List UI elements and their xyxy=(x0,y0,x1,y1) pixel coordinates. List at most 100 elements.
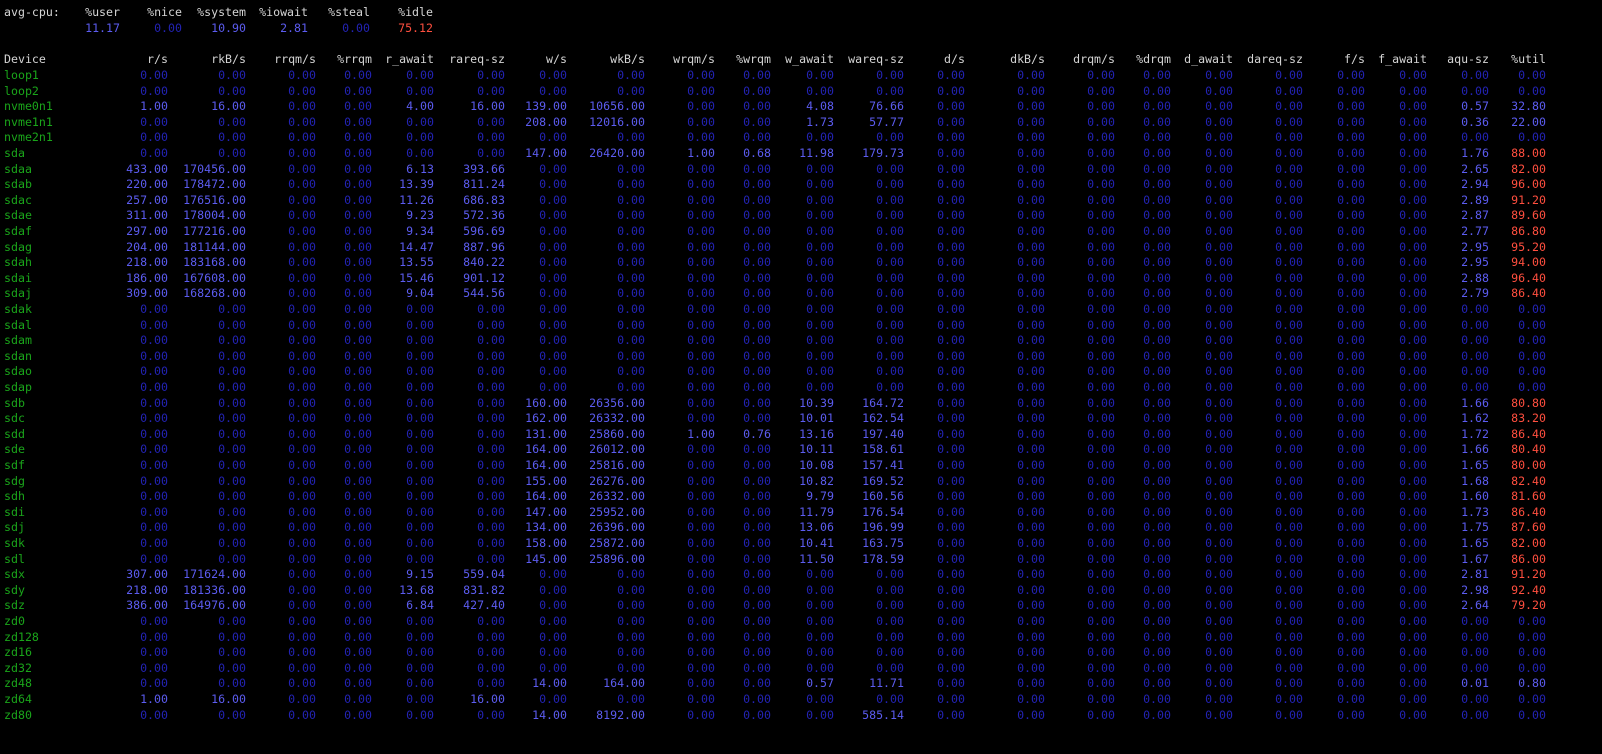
cell-ds: 0.00 xyxy=(937,130,965,145)
cell-rs: 218.00 xyxy=(126,255,168,270)
cell-ds: 0.00 xyxy=(937,286,965,301)
cell-ws: 131.00 xyxy=(525,426,567,441)
cell-rs: 0.00 xyxy=(140,536,168,550)
cell-ws: 0.00 xyxy=(539,208,567,223)
cell-rs: 0.00 xyxy=(140,130,168,145)
column-header-ws: w/s xyxy=(546,52,567,66)
cell-util: 86.40 xyxy=(1511,504,1546,519)
cell-ws: 0.00 xyxy=(539,645,567,660)
cell-ds: 0.00 xyxy=(937,520,965,535)
cell-util: 83.20 xyxy=(1511,411,1546,426)
cell-ds: 0.00 xyxy=(937,83,965,98)
cell-ws: 0.00 xyxy=(539,333,567,348)
cell-ws: 14.00 xyxy=(532,676,567,691)
device-name: sdaa xyxy=(4,161,32,176)
cell-util: 96.40 xyxy=(1511,270,1546,285)
cell-rs: 0.00 xyxy=(140,676,168,691)
device-name: sdk xyxy=(4,536,25,550)
cell-ds: 0.00 xyxy=(937,426,965,441)
cell-rs: 0.00 xyxy=(140,83,168,98)
cell-ws: 0.00 xyxy=(539,161,567,176)
cell-rs: 0.00 xyxy=(140,520,168,535)
cell-ws: 164.00 xyxy=(525,442,567,457)
device-name: sdh xyxy=(4,489,25,504)
device-name: sdl xyxy=(4,551,25,566)
cell-ds: 0.00 xyxy=(937,208,965,223)
cell-ws: 160.00 xyxy=(525,395,567,410)
cell-ws: 0.00 xyxy=(539,614,567,628)
cell-ws: 147.00 xyxy=(525,504,567,519)
cell-rs: 218.00 xyxy=(126,582,168,597)
device-name: zd128 xyxy=(4,629,39,644)
device-name: zd80 xyxy=(4,707,32,722)
cell-rs: 386.00 xyxy=(126,598,168,613)
cell-ws: 208.00 xyxy=(525,114,567,129)
cell-util: 79.20 xyxy=(1511,598,1546,613)
cell-util: 0.00 xyxy=(1518,692,1546,706)
cell-ds: 0.00 xyxy=(937,224,965,238)
cell-ds: 0.00 xyxy=(937,270,965,285)
cell-ws: 0.00 xyxy=(539,83,567,98)
cell-util: 0.00 xyxy=(1518,83,1546,98)
cell-util: 91.20 xyxy=(1511,192,1546,207)
device-name: nvme0n1 xyxy=(4,99,53,114)
cell-ws: 14.00 xyxy=(532,707,567,722)
cell-util: 0.00 xyxy=(1518,333,1546,348)
cell-ws: 0.00 xyxy=(539,224,567,238)
cell-ds: 0.00 xyxy=(937,317,965,332)
cell-util: 0.00 xyxy=(1518,364,1546,379)
cell-rs: 0.00 xyxy=(140,614,168,628)
device-name: sdab xyxy=(4,177,32,192)
device-name: sdg xyxy=(4,473,25,488)
device-name: sdi xyxy=(4,504,25,519)
cell-rs: 0.00 xyxy=(140,395,168,410)
cell-ds: 0.00 xyxy=(937,302,965,316)
device-name: sdai xyxy=(4,270,32,285)
cell-ds: 0.00 xyxy=(937,629,965,644)
cell-ds: 0.00 xyxy=(937,411,965,426)
cell-rs: 0.00 xyxy=(140,380,168,394)
device-name: loop2 xyxy=(4,83,39,98)
device-name: sdaf xyxy=(4,224,32,238)
cell-ws: 155.00 xyxy=(525,473,567,488)
cell-ds: 0.00 xyxy=(937,395,965,410)
device-name: sdf xyxy=(4,458,25,472)
cell-ds: 0.00 xyxy=(937,567,965,582)
cell-ws: 0.00 xyxy=(539,302,567,316)
cell-ws: 145.00 xyxy=(525,551,567,566)
cell-rs: 257.00 xyxy=(126,192,168,207)
device-name: sdc xyxy=(4,411,25,426)
cell-util: 88.00 xyxy=(1511,146,1546,160)
cell-ws: 0.00 xyxy=(539,582,567,597)
cell-rs: 204.00 xyxy=(126,239,168,254)
cell-ds: 0.00 xyxy=(937,458,965,472)
cell-util: 80.00 xyxy=(1511,458,1546,472)
cell-ds: 0.00 xyxy=(937,489,965,504)
device-name: sdz xyxy=(4,598,25,613)
terminal-window[interactable]: avg-cpu: %user %nice %system %iowait %steal %i… xyxy=(0,0,1602,754)
cell-util: 81.60 xyxy=(1511,489,1546,504)
device-name: sdan xyxy=(4,348,32,363)
device-name: sdam xyxy=(4,333,32,348)
device-name: zd0 xyxy=(4,614,25,628)
cell-util: 96.00 xyxy=(1511,177,1546,192)
cell-ds: 0.00 xyxy=(937,333,965,348)
cell-ws: 0.00 xyxy=(539,286,567,301)
device-name: zd32 xyxy=(4,660,32,675)
cell-util: 86.40 xyxy=(1511,286,1546,301)
cell-ws: 0.00 xyxy=(539,380,567,394)
device-name: sdae xyxy=(4,208,32,223)
cell-rs: 0.00 xyxy=(140,348,168,363)
device-name: zd16 xyxy=(4,645,32,660)
device-name: sdap xyxy=(4,380,32,394)
cell-util: 0.00 xyxy=(1518,707,1546,722)
cell-rs: 1.00 xyxy=(140,99,168,114)
cell-util: 86.80 xyxy=(1511,224,1546,238)
cell-ws: 164.00 xyxy=(525,489,567,504)
cell-ds: 0.00 xyxy=(937,161,965,176)
cell-ds: 0.00 xyxy=(937,68,965,82)
cell-util: 89.60 xyxy=(1511,208,1546,223)
cell-rs: 0.00 xyxy=(140,426,168,441)
cell-util: 0.00 xyxy=(1518,302,1546,316)
cell-ds: 0.00 xyxy=(937,551,965,566)
